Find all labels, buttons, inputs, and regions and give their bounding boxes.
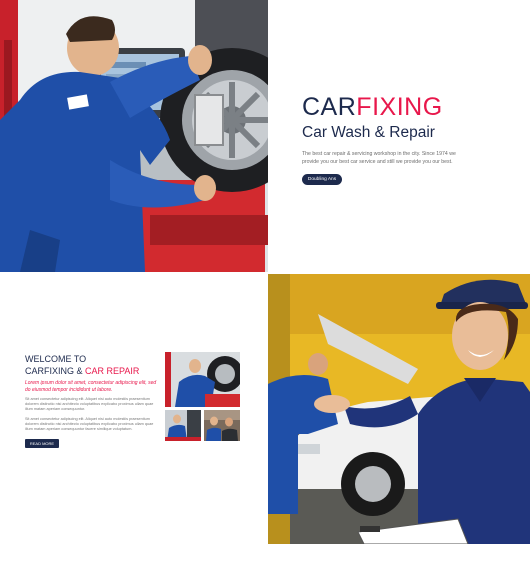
- thumb-main-illustration: [165, 352, 240, 407]
- brand-logo-text: CARFIXING: [302, 93, 517, 121]
- welcome-lead-text: Lorem ipsum dolor sit amet, consectetur …: [25, 380, 157, 393]
- gallery-thumb-2[interactable]: [204, 410, 240, 441]
- hero-section: CARFIXING Car Wash & Repair The best car…: [302, 93, 517, 185]
- hero-description: The best car repair & servicing workshop…: [302, 151, 456, 165]
- read-more-button[interactable]: READ MORE: [25, 439, 59, 449]
- hero-subtitle: Car Wash & Repair: [302, 124, 435, 141]
- gallery-thumb-1[interactable]: [165, 410, 201, 441]
- gallery-thumb-main[interactable]: [165, 352, 240, 407]
- welcome-paragraph-1: Sit amet consectetur adipiscing elit. Al…: [25, 397, 154, 412]
- brand-part-car: CAR: [302, 93, 357, 121]
- welcome-title-brand: CARFIXING &: [25, 366, 86, 376]
- thumb-1-illustration: [165, 410, 201, 441]
- mechanic-photo: [0, 0, 268, 272]
- welcome-title: WELCOME TO CARFIXING & CAR REPAIR: [25, 353, 160, 377]
- welcome-section: WELCOME TO CARFIXING & CAR REPAIR Lorem …: [25, 353, 160, 450]
- welcome-paragraph-2: Sit amet consectetur adipiscing elit. Al…: [25, 416, 154, 432]
- thumb-2-illustration: [204, 410, 240, 441]
- hero-cta-button[interactable]: Doubling Ans: [302, 174, 342, 185]
- brand-part-fixing: FIXING: [356, 93, 443, 121]
- mechanic-illustration: [0, 0, 268, 272]
- welcome-title-line1: WELCOME TO: [25, 354, 87, 364]
- receptionist-photo: [268, 274, 530, 544]
- welcome-title-highlight: CAR REPAIR: [85, 366, 140, 376]
- receptionist-illustration: [268, 274, 530, 544]
- welcome-title-line2: CARFIXING & CAR REPAIR: [25, 365, 160, 377]
